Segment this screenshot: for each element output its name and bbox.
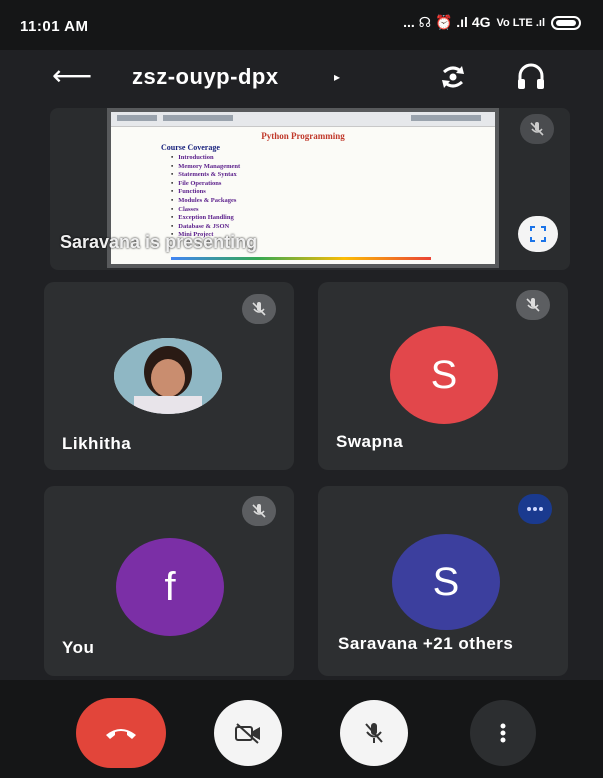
status-network: Vo LTE .ıl	[496, 16, 545, 29]
avatar: S	[392, 534, 500, 630]
slide-item: Memory Management	[171, 163, 495, 172]
status-icons: ... ☊ ⏰ .ıl 4G Vo LTE .ıl	[403, 14, 581, 31]
mic-off-icon	[242, 294, 276, 324]
camera-toggle-button[interactable]	[214, 700, 282, 766]
battery-icon	[551, 15, 581, 30]
slide-accent-bar	[171, 257, 431, 260]
back-arrow-icon[interactable]: ⟵	[52, 62, 92, 90]
end-call-icon	[106, 729, 136, 739]
avatar-initial: S	[430, 352, 458, 397]
slide-heading: Course Coverage	[161, 143, 220, 152]
mic-off-icon	[365, 723, 383, 743]
meeting-code[interactable]: zsz-ouyp-dpx	[132, 64, 279, 90]
avatar-photo	[114, 338, 222, 414]
avatar: S	[390, 326, 498, 424]
chevron-right-icon[interactable]: ▸	[334, 70, 340, 84]
mic-toggle-button[interactable]	[340, 700, 408, 766]
slide-title: Python Programming	[261, 131, 345, 141]
mic-off-icon	[242, 496, 276, 526]
avatar-initial: S	[432, 559, 460, 604]
slide-list: Introduction Memory Management Statement…	[171, 154, 495, 240]
end-call-button[interactable]	[76, 698, 166, 768]
switch-camera-icon[interactable]	[436, 60, 470, 94]
meet-screen: 11:01 AM ... ☊ ⏰ .ıl 4G Vo LTE .ıl ⟵ zsz…	[0, 0, 603, 778]
slide-item: Introduction	[171, 154, 495, 163]
mic-off-icon	[520, 114, 554, 144]
camera-off-icon	[235, 723, 260, 744]
participant-tile-likhitha[interactable]: Likhitha	[44, 282, 294, 470]
more-options-icon	[500, 723, 506, 743]
status-indicators: ... ☊ ⏰ .ıl 4G	[403, 14, 491, 30]
call-controls	[0, 680, 603, 778]
participant-name: Swapna	[336, 432, 404, 451]
slide-item: Classes	[171, 206, 495, 215]
slide-item: Database & JSON	[171, 223, 495, 232]
slide-item: Exception Handling	[171, 214, 495, 223]
participant-name: Saravana +21 others	[338, 634, 514, 653]
participant-name: Likhitha	[62, 434, 132, 453]
participant-tile-others[interactable]: S Saravana +21 others	[318, 486, 568, 676]
mic-off-icon	[516, 290, 550, 320]
participant-tile-swapna[interactable]: S Swapna	[318, 282, 568, 470]
slide-toolbar	[111, 112, 495, 127]
status-bar: 11:01 AM ... ☊ ⏰ .ıl 4G Vo LTE .ıl	[0, 0, 603, 50]
participant-name: You	[62, 638, 95, 657]
avatar-initial: f	[164, 564, 176, 609]
participant-tile-you[interactable]: f You	[44, 486, 294, 676]
slide-item: File Operations	[171, 180, 495, 189]
fullscreen-button[interactable]	[518, 216, 558, 252]
headphones-icon[interactable]	[514, 60, 548, 94]
presenter-label: Saravana is presenting	[60, 232, 258, 252]
fullscreen-icon	[530, 226, 546, 242]
speaking-indicator-icon	[518, 494, 552, 524]
avatar: f	[116, 538, 224, 636]
slide-item: Functions	[171, 188, 495, 197]
slide-item: Modules & Packages	[171, 197, 495, 206]
more-options-button[interactable]	[470, 700, 536, 766]
slide-item: Statements & Syntax	[171, 171, 495, 180]
meeting-header: ⟵ zsz-ouyp-dpx ▸	[0, 50, 603, 110]
status-time: 11:01 AM	[20, 18, 89, 35]
